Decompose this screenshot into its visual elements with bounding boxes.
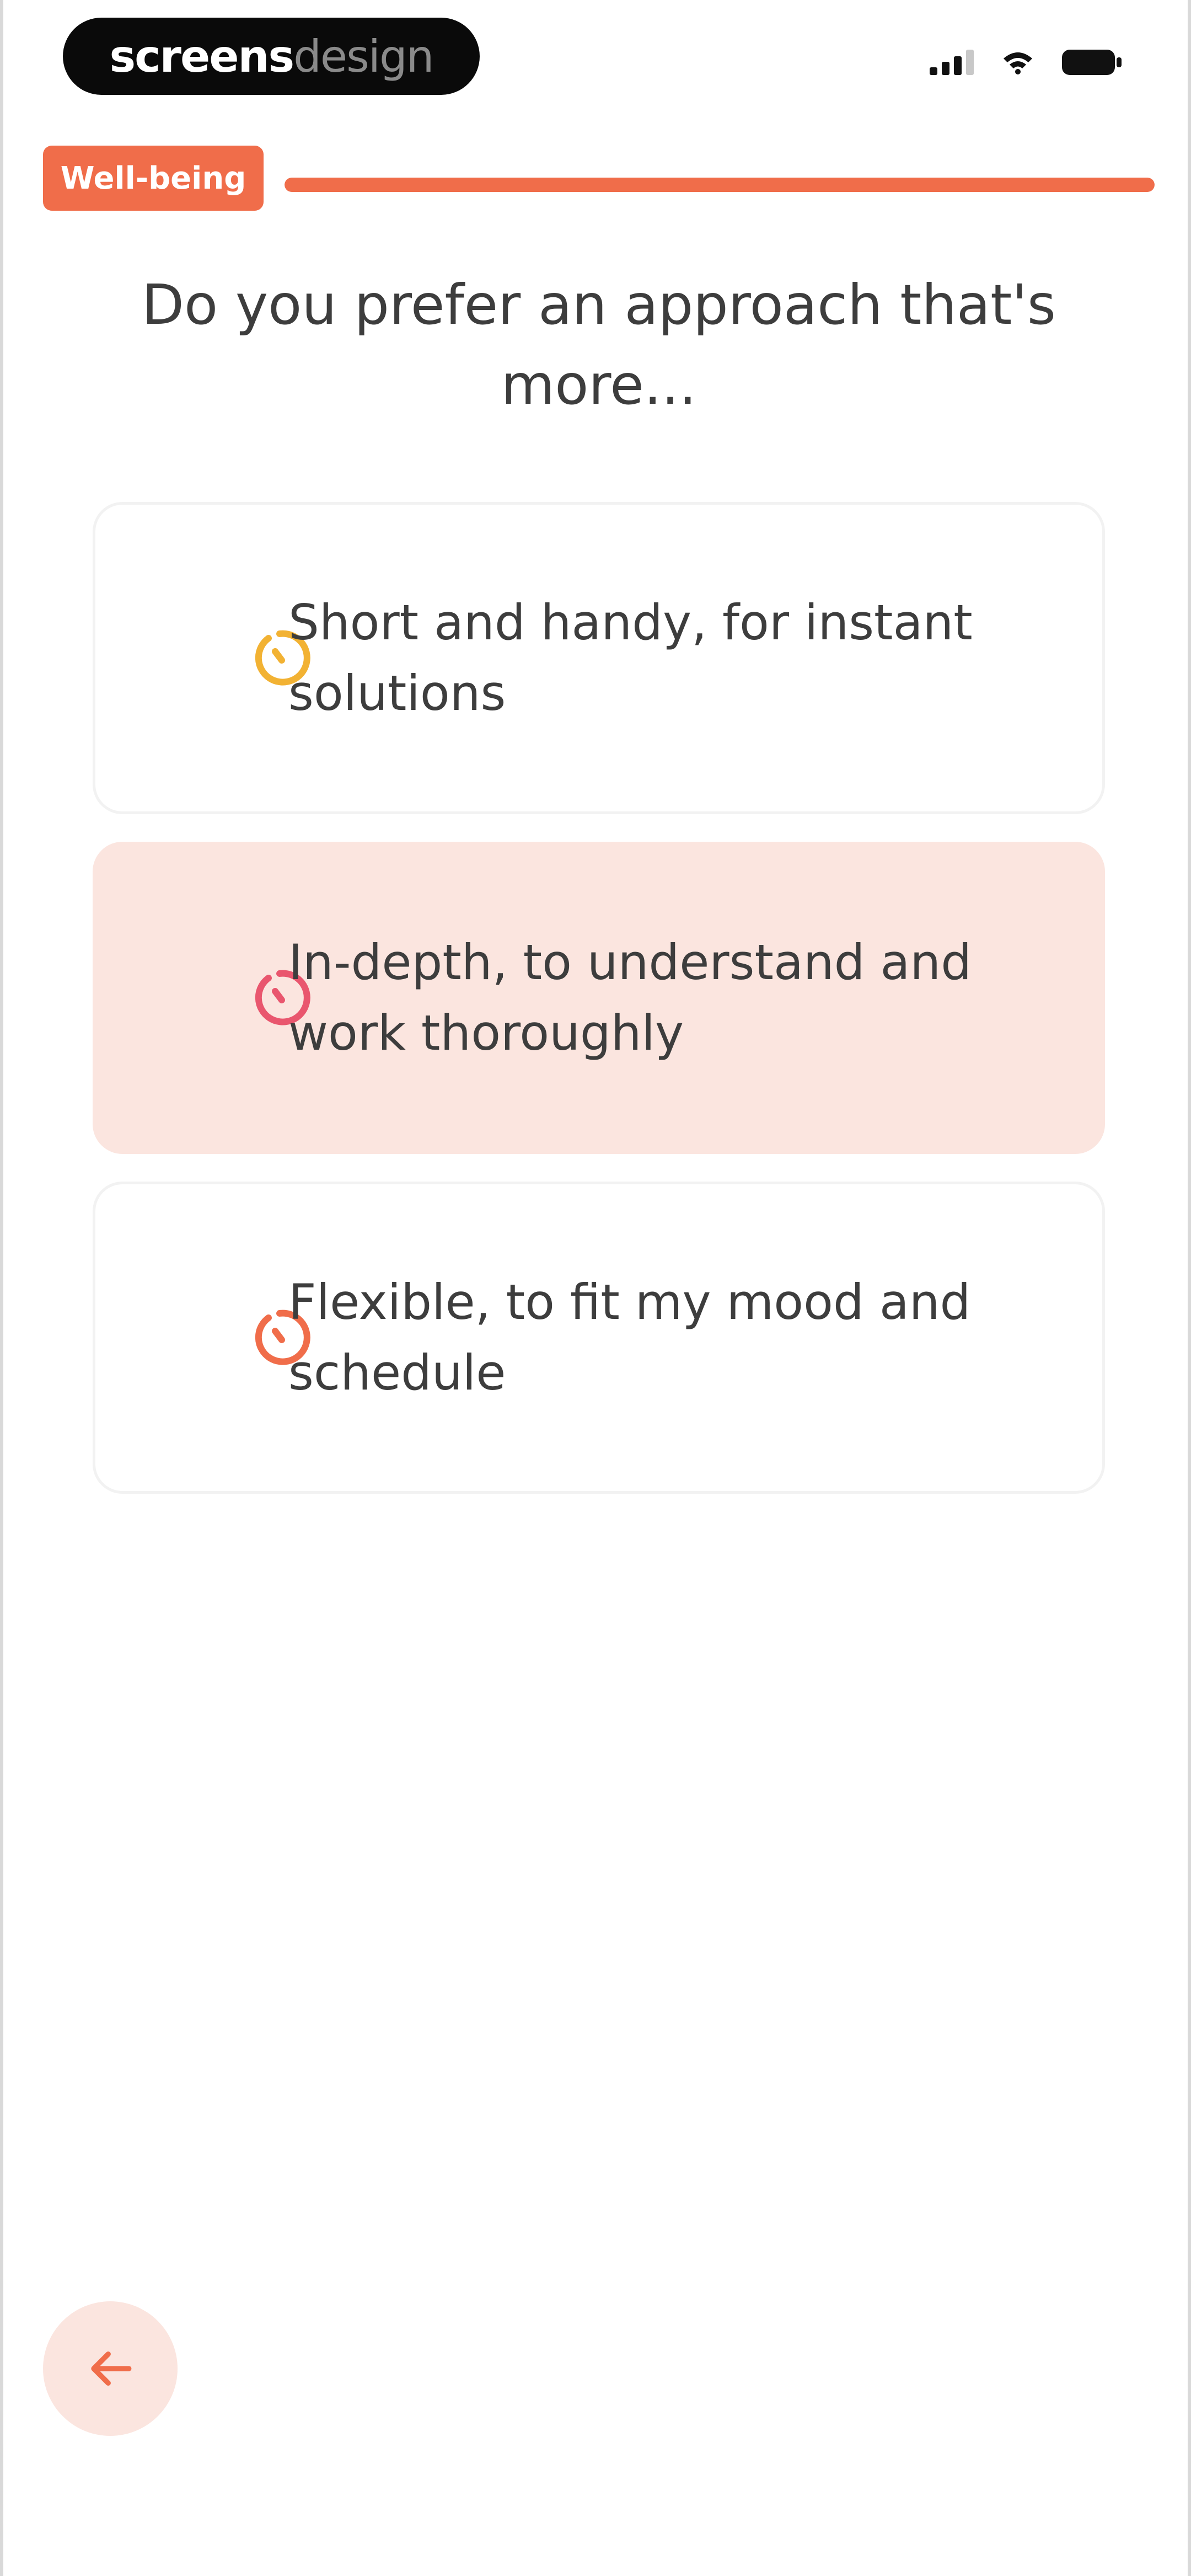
question-title: Do you prefer an approach that's more...	[142, 272, 1056, 417]
progress-fill	[285, 178, 1155, 192]
brand-logo-part1: screens	[109, 30, 295, 82]
brand-logo: screens design	[63, 18, 480, 95]
arrow-left-icon	[91, 2351, 132, 2386]
option-label: Short and handy, for instant solutions	[288, 594, 973, 722]
wifi-icon	[1004, 52, 1032, 74]
progress-bar	[285, 178, 1155, 192]
option-short-and-handy[interactable]: Short and handy, for instant solutions	[93, 502, 1105, 814]
status-bar: screens design	[3, 0, 1191, 121]
status-icons	[930, 49, 1123, 76]
option-label: In-depth, to understand and work thoroug…	[288, 934, 972, 1061]
cellular-signal-icon	[930, 50, 974, 75]
battery-icon	[1062, 50, 1122, 75]
option-in-depth[interactable]: In-depth, to understand and work thoroug…	[93, 842, 1105, 1154]
brand-logo-part2: design	[293, 30, 434, 82]
back-button[interactable]	[43, 2301, 178, 2436]
option-label: Flexible, to fit my mood and schedule	[288, 1274, 971, 1401]
option-flexible[interactable]: Flexible, to fit my mood and schedule	[93, 1182, 1105, 1494]
category-tag: Well-being	[43, 146, 264, 211]
screen: screens design Well-being Do you prefer …	[0, 0, 1191, 2576]
